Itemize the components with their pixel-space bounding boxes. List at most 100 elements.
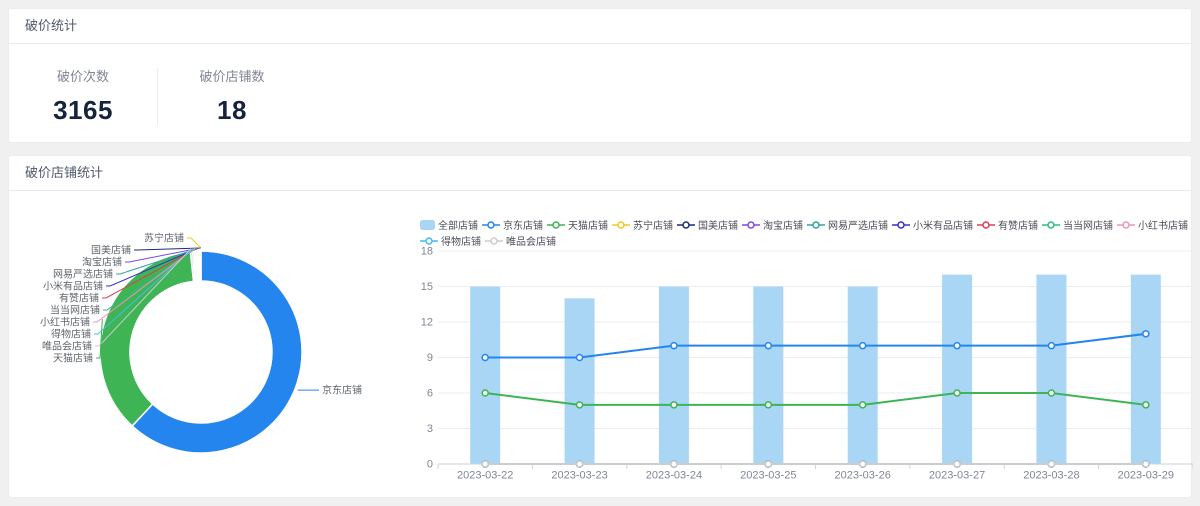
legend-item-label: 当当网店铺	[1063, 221, 1113, 232]
data-point-marker[interactable]	[953, 341, 961, 350]
stats-body: 破价次数 3165 破价店铺数 18	[9, 44, 1191, 126]
legend-line-marker-icon	[977, 220, 995, 229]
shops-trend-chart[interactable]: 全部店铺 京东店铺 天猫店铺 苏宁店铺 国美店铺 淘宝店铺 网易严选店铺 小米有品店铺 有赞店铺…	[419, 194, 1193, 497]
data-point-marker[interactable]	[481, 353, 489, 362]
legend-item-label: 得物店铺	[441, 237, 481, 248]
bar[interactable]	[847, 286, 878, 465]
legend-line-marker-icon	[485, 236, 503, 245]
legend-item[interactable]: 全部店铺	[420, 218, 478, 232]
data-point-marker[interactable]	[858, 341, 867, 350]
stat-break-count: 破价次数 3165	[9, 66, 157, 126]
legend-item[interactable]: 唯品会店铺	[485, 234, 556, 248]
data-point-marker[interactable]	[858, 401, 867, 409]
legend-item[interactable]: 小米有品店铺	[892, 218, 973, 232]
stat-break-shop-count-label: 破价店铺数	[199, 69, 265, 84]
data-point-marker[interactable]	[575, 353, 584, 362]
donut-label: 小米有品店铺	[43, 280, 103, 293]
stat-break-count-label: 破价次数	[56, 69, 109, 84]
data-point-marker[interactable]	[858, 460, 867, 468]
data-point-marker[interactable]	[1047, 460, 1056, 468]
data-point-marker[interactable]	[953, 460, 961, 468]
donut-label: 有赞店铺	[59, 292, 99, 305]
legend-item[interactable]: 京东店铺	[482, 218, 543, 232]
donut-canvas[interactable]: 京东店铺 苏宁店铺国美店铺淘宝店铺网易严选店铺小米有品店铺有赞店铺当当网店铺小红书…	[9, 194, 419, 497]
data-point-marker[interactable]	[575, 401, 584, 409]
donut-label: 小红书店铺	[40, 316, 90, 329]
x-axis-label: 2023-03-28	[1023, 470, 1079, 482]
data-point-marker[interactable]	[764, 460, 773, 468]
legend-item-label: 有赞店铺	[998, 221, 1038, 232]
data-point-marker[interactable]	[575, 460, 584, 468]
shops-donut-chart[interactable]: 京东店铺 苏宁店铺 国美店铺 淘宝店铺 网易严选店铺 小米有品店铺 有赞店铺 当当网店铺 小红书…	[9, 194, 419, 497]
bar[interactable]	[658, 286, 689, 465]
data-point-marker[interactable]	[764, 401, 773, 409]
data-point-marker[interactable]	[1142, 401, 1150, 409]
legend-item-label: 唯品会店铺	[506, 237, 556, 248]
data-point-marker[interactable]	[1047, 341, 1056, 350]
donut-label: 网易严选店铺	[53, 268, 113, 281]
y-axis-label: 15	[421, 281, 433, 293]
shops-card-header: 破价店铺统计	[9, 156, 1191, 191]
data-point-marker[interactable]	[481, 460, 489, 468]
legend-item[interactable]: 得物店铺	[420, 234, 481, 248]
y-axis-label: 6	[427, 388, 433, 400]
chart-legend: 全部店铺 京东店铺 天猫店铺 苏宁店铺 国美店铺 淘宝店铺 网易严选店铺 小米有品店铺 有赞店铺…	[420, 218, 1192, 248]
legend-item-label: 淘宝店铺	[763, 221, 803, 232]
bar[interactable]	[564, 298, 595, 464]
legend-item[interactable]: 网易严选店铺	[807, 218, 888, 232]
data-point-marker[interactable]	[1142, 460, 1150, 468]
legend-line-marker-icon	[807, 220, 825, 229]
data-point-marker[interactable]	[670, 341, 678, 350]
donut-slice[interactable]	[99, 250, 195, 428]
legend-bar-swatch-icon	[420, 219, 435, 230]
y-axis-label: 18	[421, 246, 433, 258]
legend-item-label: 苏宁店铺	[633, 221, 673, 232]
x-axis-label: 2023-03-26	[835, 470, 891, 482]
bar[interactable]	[1130, 274, 1161, 464]
data-point-marker[interactable]	[1047, 389, 1056, 397]
stats-card-header: 破价统计	[9, 9, 1191, 44]
x-axis-label: 2023-03-27	[929, 470, 985, 482]
donut-label: 天猫店铺	[53, 352, 93, 365]
legend-item-label: 小红书店铺	[1138, 221, 1188, 232]
legend-item-label: 京东店铺	[503, 221, 543, 232]
bar[interactable]	[1036, 274, 1067, 464]
legend-line-marker-icon	[892, 220, 910, 229]
legend-item-label: 网易严选店铺	[828, 221, 888, 232]
donut-label: 得物店铺	[51, 328, 91, 341]
shops-card-title: 破价店铺统计	[25, 165, 104, 180]
data-point-marker[interactable]	[481, 389, 489, 397]
legend-item[interactable]: 苏宁店铺	[612, 218, 673, 232]
legend-line-marker-icon	[1042, 220, 1060, 229]
legend-item[interactable]: 天猫店铺	[547, 218, 608, 232]
price-break-stats-card: 破价统计 破价次数 3165 破价店铺数 18	[8, 8, 1192, 143]
donut-label: 京东店铺	[322, 384, 362, 397]
data-point-marker[interactable]	[764, 341, 773, 350]
data-point-marker[interactable]	[1142, 330, 1150, 338]
legend-item-label: 全部店铺	[438, 221, 478, 232]
x-axis-label: 2023-03-24	[646, 470, 702, 482]
legend-item[interactable]: 小红书店铺	[1117, 218, 1188, 232]
price-break-shops-card: 破价店铺统计 京东店铺 苏宁店铺 国美店铺 淘宝店铺 网易严选店铺 小米有品店铺 有赞店铺当…	[8, 155, 1193, 498]
legend-item[interactable]: 淘宝店铺	[742, 218, 803, 232]
stat-break-shop-count: 破价店铺数 18	[158, 66, 306, 126]
legend-line-marker-icon	[677, 220, 695, 229]
donut-label: 当当网店铺	[50, 304, 100, 317]
legend-item[interactable]: 国美店铺	[677, 218, 738, 232]
x-axis-label: 2023-03-25	[740, 470, 796, 482]
data-point-marker[interactable]	[670, 401, 678, 409]
legend-item[interactable]: 当当网店铺	[1042, 218, 1113, 232]
legend-item[interactable]: 有赞店铺	[977, 218, 1038, 232]
data-point-marker[interactable]	[670, 460, 678, 468]
legend-line-marker-icon	[1117, 220, 1135, 229]
bar[interactable]	[942, 274, 973, 464]
donut-label: 淘宝店铺	[82, 256, 122, 269]
stats-card-title: 破价统计	[25, 18, 78, 33]
bar[interactable]	[753, 286, 784, 465]
shops-card-body: 京东店铺 苏宁店铺 国美店铺 淘宝店铺 网易严选店铺 小米有品店铺 有赞店铺 当当网店铺 小红书…	[9, 191, 1193, 497]
stat-break-count-value: 3165	[53, 95, 113, 125]
legend-line-marker-icon	[612, 220, 630, 229]
donut-label: 国美店铺	[91, 244, 131, 257]
bar[interactable]	[470, 286, 501, 465]
data-point-marker[interactable]	[953, 389, 961, 397]
